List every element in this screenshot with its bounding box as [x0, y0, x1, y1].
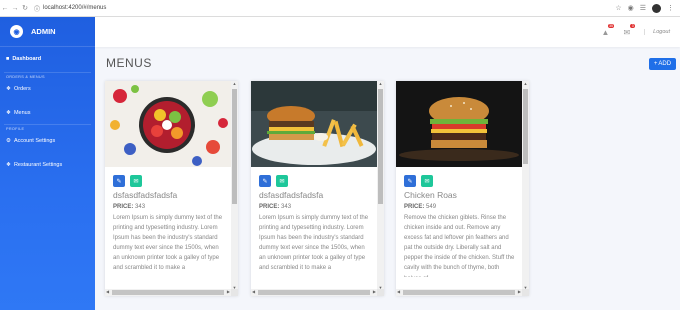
- horizontal-scrollbar[interactable]: ◀ ▶: [105, 289, 231, 296]
- menu-item-price: PRICE: 549: [404, 204, 437, 210]
- sidebar-item-label: Account Settings: [13, 138, 56, 144]
- menu-card: ✎ ✉ Chicken Roas PRICE: 549 Remove the c…: [396, 81, 529, 296]
- menu-item-image: [251, 81, 377, 167]
- sidebar-item-account-settings[interactable]: ⚙ Account Settings: [0, 135, 95, 147]
- top-bar: ▲ 35 ✉ 3 Logout: [95, 17, 680, 47]
- sidebar-item-menus[interactable]: ❖ Menus: [0, 107, 95, 119]
- cutlery-icon: ❖: [6, 110, 11, 116]
- menu-item-name: Chicken Roas: [404, 190, 457, 200]
- menu-item-price: PRICE: 343: [113, 204, 146, 210]
- vertical-scrollbar[interactable]: ▲ ▼: [377, 81, 384, 290]
- menu-card: ✎ ✉ dsfasdfadsfadsfa PRICE: 343 Lorem Ip…: [105, 81, 238, 296]
- profile-avatar[interactable]: [652, 3, 661, 13]
- menu-item-name: dsfasdfadsfadsfa: [259, 190, 324, 200]
- sidebar-item-dashboard[interactable]: ■ Dashboard: [0, 53, 95, 65]
- edit-icon[interactable]: ✎: [259, 175, 271, 187]
- plus-icon: +: [653, 61, 658, 67]
- menu-item-description: Remove the chicken giblets. Rinse the ch…: [404, 215, 515, 277]
- star-icon[interactable]: ☆: [615, 4, 621, 12]
- add-button-label: ADD: [658, 61, 672, 67]
- horizontal-scrollbar[interactable]: ◀ ▶: [251, 289, 377, 296]
- cutlery-icon: ❖: [6, 162, 11, 168]
- menu-item-image: [105, 81, 231, 167]
- edit-icon[interactable]: ✎: [113, 175, 125, 187]
- url-text: localhost:4200/#/menus: [43, 5, 107, 11]
- vertical-scrollbar[interactable]: ▲ ▼: [522, 81, 529, 290]
- chef-hat-icon: ◉: [10, 25, 23, 38]
- cutlery-icon: ❖: [6, 86, 11, 92]
- browser-toolbar: ← → ↻ ⓘ localhost:4200/#/menus ☆ ◉ ☰ ⋮: [0, 0, 680, 17]
- more-icon[interactable]: ⋮: [667, 4, 674, 12]
- sidebar: ◉ ADMIN ■ Dashboard ORDERS & MENUS ❖ Ord…: [0, 17, 95, 310]
- forward-icon[interactable]: →: [10, 5, 20, 12]
- menu-list-icon[interactable]: ☰: [640, 4, 646, 12]
- back-icon[interactable]: ←: [0, 5, 10, 12]
- vertical-scrollbar[interactable]: ▲ ▼: [231, 81, 238, 290]
- menu-item-description: Lorem Ipsum is simply dummy text of the …: [259, 215, 369, 272]
- notification-badge: 35: [607, 23, 615, 28]
- section-orders-menus: ORDERS & MENUS: [6, 75, 45, 79]
- notification-bell-icon[interactable]: ▲ 35: [602, 23, 615, 37]
- sidebar-item-label: Orders: [13, 86, 31, 92]
- reload-icon[interactable]: ↻: [20, 4, 30, 12]
- sidebar-item-label: Menus: [13, 110, 31, 116]
- info-icon: ⓘ: [34, 6, 41, 13]
- message-icon[interactable]: ✉: [421, 175, 433, 187]
- menu-item-description: Lorem Ipsum is simply dummy text of the …: [113, 215, 223, 272]
- sidebar-item-orders[interactable]: ❖ Orders: [0, 83, 95, 95]
- gear-icon: ⚙: [6, 138, 11, 144]
- sidebar-item-label: Dashboard: [12, 56, 42, 62]
- message-icon[interactable]: ✉: [276, 175, 288, 187]
- extension-icon[interactable]: ◉: [628, 4, 634, 12]
- sidebar-item-restaurant-settings[interactable]: ❖ Restaurant Settings: [0, 159, 95, 171]
- message-icon[interactable]: ✉: [130, 175, 142, 187]
- envelope-icon[interactable]: ✉ 3: [623, 23, 636, 37]
- menu-card: ✎ ✉ dsfasdfadsfadsfa PRICE: 343 Lorem Ip…: [251, 81, 384, 296]
- brand-title: ADMIN: [31, 27, 56, 36]
- sidebar-item-label: Restaurant Settings: [13, 162, 63, 168]
- address-bar[interactable]: ⓘ localhost:4200/#/menus: [34, 4, 106, 13]
- add-button[interactable]: + ADD: [649, 58, 676, 70]
- logout-link[interactable]: Logout: [644, 29, 670, 35]
- menu-item-price: PRICE: 343: [259, 204, 292, 210]
- horizontal-scrollbar[interactable]: ◀ ▶: [396, 289, 522, 296]
- edit-icon[interactable]: ✎: [404, 175, 416, 187]
- menu-item-image: [396, 81, 522, 167]
- page-title: MENUS: [106, 56, 152, 70]
- message-badge: 3: [630, 23, 636, 28]
- brand[interactable]: ◉ ADMIN: [0, 17, 95, 47]
- menu-item-name: dsfasdfadsfadsfa: [113, 190, 178, 200]
- section-profile: PROFILE: [6, 127, 25, 131]
- dashboard-icon: ■: [6, 56, 10, 62]
